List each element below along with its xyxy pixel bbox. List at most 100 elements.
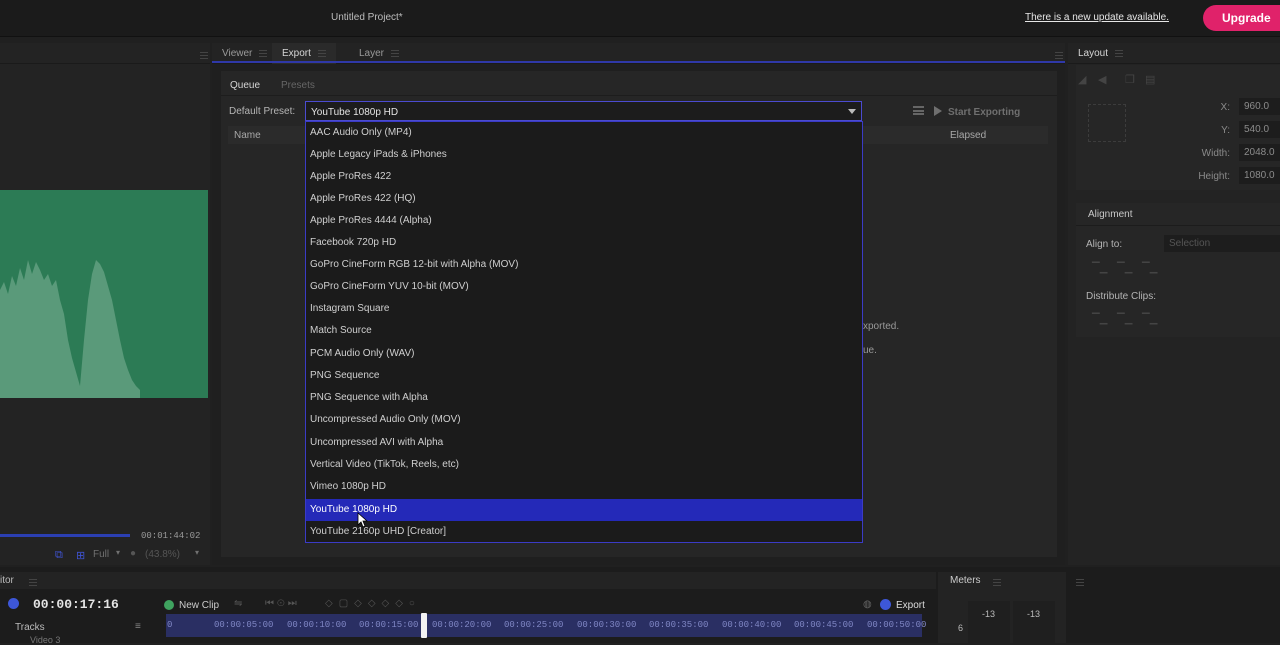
timeline-ruler[interactable]: 0 00:00:05:00 00:00:10:00 00:00:15:00 00… — [166, 614, 926, 637]
paste-icon[interactable]: ▤ — [1145, 73, 1155, 86]
default-preset-label: Default Preset: — [229, 106, 296, 117]
preset-option[interactable]: PNG Sequence — [306, 365, 862, 387]
meter-right-value: -13 — [1027, 609, 1041, 619]
preset-option[interactable]: Apple ProRes 422 (HQ) — [306, 188, 862, 210]
ruler-tick: 00:00:20:00 — [432, 620, 492, 630]
preset-option[interactable]: Uncompressed Audio Only (MOV) — [306, 409, 862, 431]
align-right-edge-icon[interactable]: ▔▁ — [1142, 263, 1157, 274]
panel-grip-icon[interactable] — [1055, 51, 1063, 59]
tab-editor[interactable]: itor — [0, 575, 14, 586]
caret-down-icon — [848, 109, 856, 114]
align-to-select[interactable]: Selection — [1164, 235, 1280, 252]
zoom-value[interactable]: (43.8%) — [145, 549, 180, 560]
chevron-down-icon[interactable]: ▾ — [116, 548, 120, 557]
anchor-grid-icon[interactable] — [1088, 104, 1126, 142]
quality-select[interactable]: Full — [93, 549, 109, 560]
timecode-display[interactable]: 00:00:17:16 — [33, 597, 119, 612]
preset-option[interactable]: PNG Sequence with Alpha — [306, 387, 862, 409]
meter-left — [968, 601, 1010, 643]
preset-option[interactable]: GoPro CineForm RGB 12-bit with Alpha (MO… — [306, 254, 862, 276]
distribute-label: Distribute Clips: — [1086, 291, 1157, 302]
preset-option[interactable]: YouTube 2160p UHD [Creator] — [306, 521, 862, 543]
subtab-presets[interactable]: Presets — [281, 80, 315, 91]
project-title: Untitled Project* — [331, 12, 403, 23]
settings-icon[interactable]: ◍ — [863, 599, 872, 610]
grip-icon[interactable] — [993, 578, 1001, 586]
waveform-graphic — [0, 260, 140, 398]
align-center-icon[interactable]: ▔▁ — [1117, 263, 1132, 274]
preset-option[interactable]: Apple ProRes 4444 (Alpha) — [306, 210, 862, 232]
preset-option[interactable]: Vimeo 1080p HD — [306, 476, 862, 498]
preset-option[interactable]: GoPro CineForm YUV 10-bit (MOV) — [306, 276, 862, 298]
update-link[interactable]: There is a new update available. — [1025, 12, 1169, 23]
editor-tabbar: itor — [0, 572, 953, 589]
ruler-tick: 00:00:05:00 — [214, 620, 274, 630]
preset-option-selected[interactable]: YouTube 1080p HD — [306, 499, 862, 521]
meter-left-value: -13 — [982, 609, 996, 619]
grip-icon — [391, 49, 400, 57]
magnet-icon[interactable]: ⇋ — [234, 598, 242, 609]
audio-waveform — [0, 190, 208, 398]
ruler-tick: 00:00:10:00 — [287, 620, 347, 630]
align-left-icon[interactable]: ◢ — [1078, 73, 1086, 86]
grip-icon[interactable] — [29, 578, 37, 586]
tab-layout[interactable]: Layout — [1078, 43, 1124, 64]
add-clip-icon — [164, 600, 174, 610]
start-exporting-button[interactable]: Start Exporting — [934, 106, 1020, 118]
field-x-input[interactable]: 960.0 — [1239, 98, 1280, 115]
field-height-label: Height: — [1198, 171, 1230, 182]
default-preset-select[interactable]: YouTube 1080p HD — [305, 101, 862, 121]
default-preset-value: YouTube 1080p HD — [311, 107, 399, 118]
preset-option[interactable]: Match Source — [306, 320, 862, 342]
column-name: Name — [234, 130, 261, 141]
meters-panel: Meters -13 -13 6 — [938, 572, 1084, 643]
ruler-tick: 00:00:30:00 — [577, 620, 637, 630]
preset-option[interactable]: Instagram Square — [306, 298, 862, 320]
field-y-input[interactable]: 540.0 — [1239, 121, 1280, 138]
align-to-label: Align to: — [1086, 239, 1123, 250]
align-left-edge-icon[interactable]: ▔▁ — [1092, 263, 1107, 274]
new-clip-button[interactable]: New Clip — [179, 600, 219, 611]
distribute-left-icon[interactable]: ▔▁ — [1092, 314, 1107, 325]
upgrade-button[interactable]: Upgrade — [1203, 5, 1280, 31]
preset-option[interactable]: Facebook 720p HD — [306, 232, 862, 254]
ruler-tick: 00:00:25:00 — [504, 620, 564, 630]
marker-tools-icon[interactable]: ◇▢◇◇◇◇○ — [325, 598, 421, 609]
preset-option[interactable]: Apple Legacy iPads & iPhones — [306, 144, 862, 166]
viewer-progress-bar[interactable] — [0, 534, 130, 537]
field-height-input[interactable]: 1080.0 — [1239, 167, 1280, 184]
panel-grip-icon[interactable] — [200, 51, 208, 59]
distribute-right-icon[interactable]: ▔▁ — [1142, 314, 1157, 325]
preset-option[interactable]: Vertical Video (TikTok, Reels, etc) — [306, 454, 862, 476]
grip-icon — [317, 49, 326, 57]
zoom-icon[interactable]: ● — [130, 548, 136, 559]
tracks-menu-icon[interactable]: ≡ — [135, 621, 141, 632]
queue-hint-1: xported. — [863, 321, 900, 332]
export-button[interactable]: Export — [896, 600, 925, 611]
copy-icon[interactable]: ❐ — [1125, 73, 1135, 86]
viewer-duration: 00:01:44:02 — [141, 531, 201, 541]
preset-option[interactable]: Apple ProRes 422 — [306, 166, 862, 188]
grip-icon — [1115, 49, 1124, 57]
playhead[interactable] — [421, 613, 427, 638]
sitemap-icon[interactable]: ⧉ — [55, 549, 63, 562]
preset-option[interactable]: Uncompressed AVI with Alpha — [306, 432, 862, 454]
zoom-chevron-icon[interactable]: ▾ — [195, 548, 199, 557]
mouse-cursor-icon — [357, 512, 369, 528]
layout-icon[interactable]: ⊞ — [76, 549, 85, 562]
meter-scale: 6 — [958, 623, 964, 633]
panel-grip-icon[interactable] — [1075, 578, 1084, 586]
subtab-queue[interactable]: Queue — [230, 80, 260, 91]
field-width-input[interactable]: 2048.0 — [1239, 144, 1280, 161]
flip-icon[interactable]: ◀ — [1098, 73, 1106, 86]
layout-tabbar: Layout — [1068, 43, 1280, 64]
ruler-tick: 00:00:40:00 — [722, 620, 782, 630]
transport-controls-icon[interactable]: ⏮⊙⏭ — [265, 598, 300, 609]
viewer-tabbar — [0, 43, 210, 64]
column-elapsed: Elapsed — [950, 130, 987, 141]
distribute-center-icon[interactable]: ▔▁ — [1117, 314, 1132, 325]
preset-option[interactable]: PCM Audio Only (WAV) — [306, 343, 862, 365]
queue-list-icon[interactable] — [913, 106, 924, 115]
preset-option[interactable]: AAC Audio Only (MP4) — [306, 122, 862, 144]
field-width-label: Width: — [1201, 148, 1230, 159]
